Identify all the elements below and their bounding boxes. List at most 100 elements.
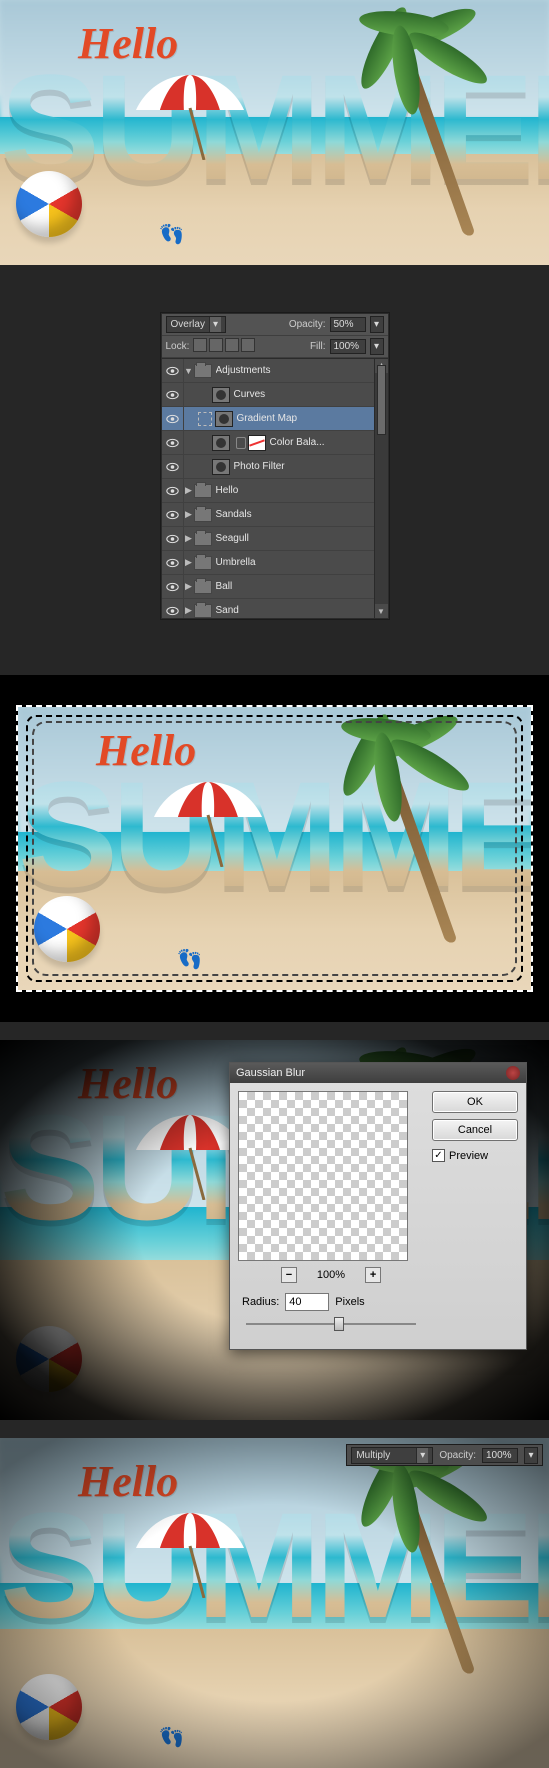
layer-row[interactable]: ▶ Seagull (162, 527, 388, 551)
palm-tree (349, 6, 489, 236)
layer-name: Sandals (216, 509, 252, 520)
preview-checkbox[interactable]: ✓ Preview (432, 1149, 518, 1162)
disclosure-icon[interactable]: ▼ (184, 366, 194, 376)
artwork-hero: SUMMER Hello 👣 (0, 0, 549, 265)
layer-row[interactable]: ▶ Sand (162, 599, 388, 618)
layers-list: ▼ Adjustments Curves Gradient Map Color Bala… (162, 358, 388, 618)
link-icon[interactable] (236, 437, 246, 449)
visibility-toggle[interactable] (162, 479, 184, 502)
adjustment-icon (212, 459, 230, 475)
visibility-toggle[interactable] (162, 407, 184, 430)
layer-name: Seagull (216, 533, 249, 544)
mask-thumb (248, 435, 266, 451)
fill-dropdown[interactable]: ▾ (370, 338, 384, 355)
adjustment-icon (212, 435, 230, 451)
scroll-thumb[interactable] (377, 365, 386, 435)
visibility-toggle[interactable] (162, 455, 184, 478)
layer-name: Gradient Map (237, 413, 298, 424)
dialog-title: Gaussian Blur (236, 1067, 305, 1079)
opacity-label: Opacity: (289, 319, 326, 330)
layer-row[interactable]: ▶ Sandals (162, 503, 388, 527)
blend-row: Overlay ▾ Opacity: 50% ▾ (162, 314, 388, 336)
opacity-input[interactable]: 100% (482, 1448, 518, 1463)
layer-row[interactable]: Curves (162, 383, 388, 407)
blend-mini-panel: Multiply ▾ Opacity: 100% ▾ (346, 1444, 543, 1466)
lock-label: Lock: (166, 341, 190, 352)
multiply-panel-wrap: SUMMER Hello 👣 Multiply ▾ Opacity: 100% … (0, 1438, 549, 1768)
layer-name: Ball (216, 581, 233, 592)
radius-input[interactable] (285, 1293, 329, 1311)
visibility-toggle[interactable] (162, 503, 184, 526)
visibility-toggle[interactable] (162, 551, 184, 574)
disclosure-icon[interactable]: ▶ (184, 510, 194, 520)
cancel-button[interactable]: Cancel (432, 1119, 518, 1141)
ok-button[interactable]: OK (432, 1091, 518, 1113)
adjustment-icon (212, 387, 230, 403)
radius-slider[interactable] (246, 1317, 416, 1331)
close-icon[interactable] (506, 1066, 520, 1080)
lock-row: Lock: Fill: 100% ▾ (162, 336, 388, 358)
lock-buttons[interactable] (193, 338, 257, 355)
folder-icon (194, 604, 212, 618)
opacity-input[interactable]: 50% (330, 317, 366, 332)
folder-icon (194, 580, 212, 594)
layer-row[interactable]: ▶Hello (162, 479, 388, 503)
selection-indicator (198, 412, 212, 426)
radius-unit: Pixels (335, 1296, 364, 1308)
zoom-out-button[interactable]: − (281, 1267, 297, 1283)
layer-name: Adjustments (216, 365, 271, 376)
blend-mode-select[interactable]: Multiply ▾ (351, 1447, 433, 1464)
visibility-toggle[interactable] (162, 431, 184, 454)
blend-mode-value: Multiply (356, 1450, 390, 1461)
dropdown-icon: ▾ (209, 317, 221, 332)
artwork-with-selection: SUMMER Hello 👣 (18, 707, 531, 990)
dropdown-icon: ▾ (416, 1448, 428, 1463)
beach-umbrella (130, 70, 250, 163)
hello-text: Hello (96, 725, 196, 776)
disclosure-icon[interactable]: ▶ (184, 582, 194, 592)
layers-scrollbar[interactable]: ▼ ▼ (374, 359, 388, 618)
folder-icon (194, 364, 212, 378)
beach-ball (16, 171, 82, 237)
layer-row[interactable]: ▶Umbrella (162, 551, 388, 575)
folder-icon (194, 556, 212, 570)
visibility-toggle[interactable] (162, 359, 184, 382)
blend-mode-select[interactable]: Overlay ▾ (166, 316, 226, 333)
opacity-dropdown[interactable]: ▾ (370, 316, 384, 333)
folder-icon (194, 484, 212, 498)
disclosure-icon[interactable]: ▶ (184, 558, 194, 568)
folder-icon (194, 508, 212, 522)
layer-row[interactable]: Gradient Map (162, 407, 388, 431)
visibility-toggle[interactable] (162, 599, 184, 618)
disclosure-icon[interactable]: ▶ (184, 534, 194, 544)
hello-text: Hello (78, 18, 178, 69)
preview-label: Preview (449, 1150, 488, 1162)
checkbox-icon: ✓ (432, 1149, 445, 1162)
layer-name: Sand (216, 605, 239, 616)
visibility-toggle[interactable] (162, 575, 184, 598)
layer-row[interactable]: ▼ Adjustments (162, 359, 388, 383)
fill-label: Fill: (310, 341, 326, 352)
layer-row[interactable]: Photo Filter (162, 455, 388, 479)
layer-name: Color Bala... (270, 437, 325, 448)
dialog-titlebar[interactable]: Gaussian Blur (230, 1063, 526, 1083)
layer-row[interactable]: Color Bala... (162, 431, 388, 455)
visibility-toggle[interactable] (162, 527, 184, 550)
layer-name: Photo Filter (234, 461, 285, 472)
adjustment-icon (215, 411, 233, 427)
gaussian-blur-dialog: Gaussian Blur − 100% + Radius: Pixels (229, 1062, 527, 1350)
visibility-toggle[interactable] (162, 383, 184, 406)
scroll-down-icon[interactable]: ▼ (375, 604, 388, 618)
sandals: 👣 (158, 220, 187, 249)
layers-panel: Overlay ▾ Opacity: 50% ▾ Lock: Fill: 100… (161, 313, 389, 619)
blur-preview[interactable] (238, 1091, 408, 1261)
blend-mode-value: Overlay (171, 319, 205, 330)
fill-input[interactable]: 100% (330, 339, 366, 354)
disclosure-icon[interactable]: ▶ (184, 486, 194, 496)
disclosure-icon[interactable]: ▶ (184, 606, 194, 616)
layer-row[interactable]: ▶ Ball (162, 575, 388, 599)
opacity-dropdown[interactable]: ▾ (524, 1447, 538, 1464)
radius-label: Radius: (242, 1296, 279, 1308)
zoom-in-button[interactable]: + (365, 1267, 381, 1283)
selection-panel-wrap: SUMMER Hello 👣 (0, 675, 549, 1022)
